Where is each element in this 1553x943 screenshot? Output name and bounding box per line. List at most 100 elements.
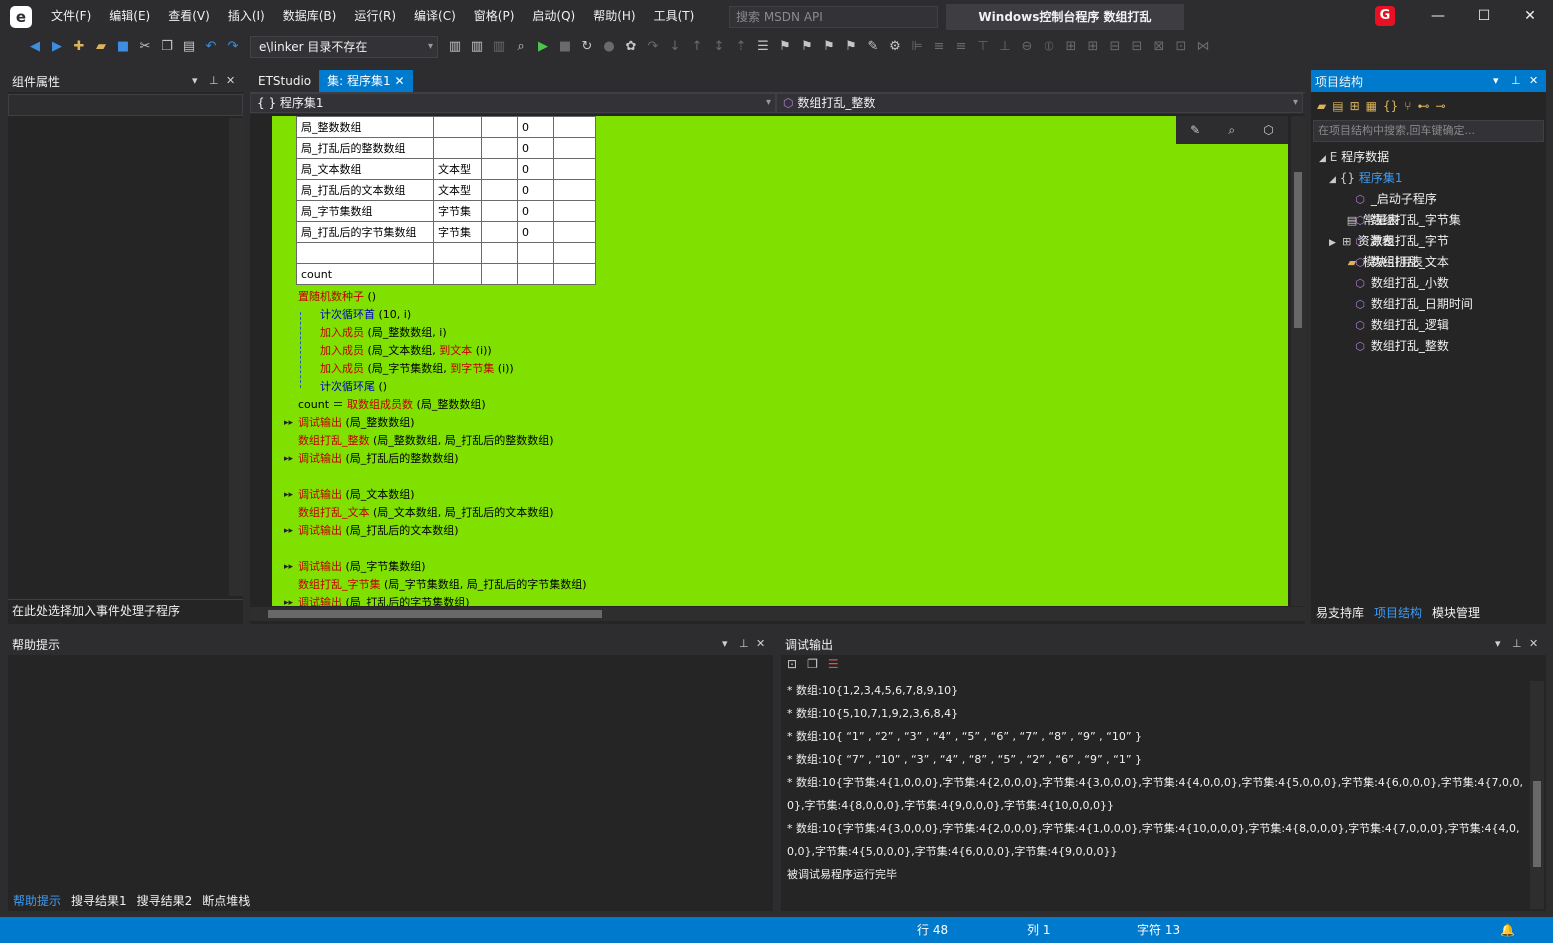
menu-view[interactable]: 查看(V) (159, 0, 219, 33)
align-bottom-icon[interactable]: ⊥ (994, 36, 1016, 58)
tab-support-libs[interactable]: 易支持库 (1311, 603, 1369, 623)
undo-icon[interactable]: ↶ (200, 36, 222, 58)
var-note-cell[interactable] (553, 158, 596, 180)
var-name-cell[interactable]: 局_整数数组 (296, 116, 434, 138)
var-row[interactable]: count (296, 263, 596, 285)
restart-icon[interactable]: ↻ (576, 36, 598, 58)
edit-icon[interactable]: ✎ (1190, 123, 1200, 137)
tab-assembly1[interactable]: 集: 程序集1 ✕ (319, 70, 413, 92)
tab-help[interactable]: 帮助提示 (8, 891, 66, 911)
copy-icon[interactable]: ❐ (807, 657, 818, 671)
tree-subroutine[interactable]: ⬡ _启动子程序 (1311, 189, 1546, 210)
var-name-cell[interactable]: 局_打乱后的整数数组 (296, 137, 434, 159)
dropdown-icon[interactable]: ▾ (1493, 70, 1499, 92)
code-line[interactable]: 加入成员 (局_整数数组, i) (320, 324, 447, 342)
close-icon[interactable]: ✕ (394, 74, 404, 88)
code-line[interactable]: 调试输出 (局_文本数组) (298, 486, 415, 504)
var-note-cell[interactable] (553, 242, 596, 264)
close-button[interactable]: ✕ (1507, 0, 1553, 33)
tree-root[interactable]: ◢ Ε 程序数据 (1311, 147, 1546, 168)
same-size-icon[interactable]: ⊠ (1148, 36, 1170, 58)
component-combo[interactable] (8, 94, 243, 116)
var-array-cell[interactable]: 0 (517, 179, 554, 201)
bookmark-clear-icon[interactable]: ⚑ (840, 36, 862, 58)
collapse-icon[interactable]: ◢ (1329, 175, 1336, 185)
var-type-cell[interactable] (433, 116, 482, 138)
pin-icon[interactable]: ⊥ (1511, 70, 1521, 92)
space-v-icon[interactable]: ⊞ (1082, 36, 1104, 58)
menu-insert[interactable]: 插入(I) (219, 0, 274, 33)
size-to-grid-icon[interactable]: ⊡ (1170, 36, 1192, 58)
var-static-cell[interactable] (481, 221, 518, 243)
menu-run[interactable]: 运行(R) (345, 0, 405, 33)
var-name-cell[interactable]: 局_字节集数组 (296, 200, 434, 222)
pin-icon[interactable]: ⊥ (209, 70, 219, 92)
open-folder-icon[interactable]: ▰ (90, 36, 112, 58)
msdn-search-input[interactable]: 搜索 MSDN API (729, 6, 938, 28)
var-type-cell[interactable] (433, 137, 482, 159)
tree-const[interactable]: ▤ 常量表 (1311, 210, 1546, 231)
pin-icon[interactable]: ⊥ (1512, 633, 1522, 655)
center-h-icon[interactable]: ⊖ (1016, 36, 1038, 58)
var-static-cell[interactable] (481, 116, 518, 138)
code-line[interactable]: 调试输出 (局_打乱后的字节集数组) (298, 594, 470, 606)
path-combo[interactable]: e\linker 目录不存在 (250, 36, 438, 58)
code-line[interactable]: 调试输出 (局_打乱后的文本数组) (298, 522, 459, 540)
tab-breakpoints[interactable]: 断点堆栈 (197, 891, 255, 911)
code-line[interactable]: 数组打乱_整数 (局_整数数组, 局_打乱后的整数数组) (298, 432, 554, 450)
step-over-icon[interactable]: ↷ (642, 36, 664, 58)
dropdown-icon[interactable]: ▾ (192, 70, 198, 92)
outline-icon[interactable]: ☰ (752, 36, 774, 58)
var-type-cell[interactable]: 字节集 (433, 200, 482, 222)
list-icon[interactable]: ▤ (1332, 99, 1343, 113)
tab-search1[interactable]: 搜寻结果1 (66, 891, 132, 911)
var-array-cell[interactable]: 0 (517, 221, 554, 243)
tree-modules[interactable]: ▰ 模块引用表 (1311, 252, 1546, 273)
var-static-cell[interactable] (481, 179, 518, 201)
subroutine-combo[interactable]: ⬡ 数组打乱_整数 (776, 93, 1303, 113)
tree-subroutine[interactable]: ⬡ 数组打乱_小数 (1311, 273, 1546, 294)
menu-tools[interactable]: 工具(T) (645, 0, 704, 33)
step-out-icon[interactable]: ↑ (686, 36, 708, 58)
menu-help[interactable]: 帮助(H) (584, 0, 644, 33)
order-icon[interactable]: ⋈ (1192, 36, 1214, 58)
code-line[interactable]: 数组打乱_文本 (局_文本数组, 局_打乱后的文本数组) (298, 504, 554, 522)
node-icon[interactable]: ⊸ (1435, 99, 1445, 113)
code-line[interactable]: 数组打乱_字节集 (局_字节集数组, 局_打乱后的字节集数组) (298, 576, 587, 594)
link-icon[interactable]: ⊷ (1417, 99, 1429, 113)
tab-etstudio[interactable]: ETStudio (250, 70, 319, 92)
run-icon[interactable]: ▶ (532, 36, 554, 58)
save-icon[interactable]: ■ (112, 36, 134, 58)
close-icon[interactable]: ✕ (1529, 70, 1538, 92)
scrollbar[interactable] (229, 118, 243, 596)
menu-file[interactable]: 文件(F) (42, 0, 100, 33)
var-static-cell[interactable] (481, 242, 518, 264)
build-icon[interactable]: ▥ (444, 36, 466, 58)
dropdown-icon[interactable]: ▾ (722, 633, 728, 655)
wrench-icon[interactable]: ✎ (862, 36, 884, 58)
branch-icon[interactable]: ⑂ (1404, 99, 1411, 113)
var-row[interactable] (296, 242, 596, 264)
assembly-combo[interactable]: { } 程序集1 (250, 93, 776, 113)
tab-search2[interactable]: 搜寻结果2 (132, 891, 198, 911)
folder-icon[interactable]: ▰ (1317, 99, 1326, 113)
var-name-cell[interactable]: 局_打乱后的文本数组 (296, 179, 434, 201)
menu-startup[interactable]: 启动(Q) (523, 0, 584, 33)
var-name-cell[interactable]: 局_打乱后的字节集数组 (296, 221, 434, 243)
var-row[interactable]: 局_字节集数组 字节集 0 (296, 200, 596, 222)
bookmark-next-icon[interactable]: ⚑ (796, 36, 818, 58)
gear-icon[interactable]: ⚙ (884, 36, 906, 58)
maximize-button[interactable]: ☐ (1461, 0, 1507, 33)
close-icon[interactable]: ✕ (756, 633, 765, 655)
copy-icon[interactable]: ❐ (156, 36, 178, 58)
var-row[interactable]: 局_整数数组 0 (296, 116, 596, 138)
new-file-icon[interactable]: ✚ (68, 36, 90, 58)
dropdown-icon[interactable]: ▾ (1495, 633, 1501, 655)
project-search-input[interactable]: 在项目结构中搜索,回车键确定... (1313, 120, 1544, 142)
menu-pane[interactable]: 窗格(P) (465, 0, 524, 33)
g-badge-icon[interactable]: G (1375, 6, 1395, 26)
tree-icon[interactable]: ⊞ (1350, 99, 1360, 113)
paste-icon[interactable]: ▤ (178, 36, 200, 58)
breakpoint-icon[interactable]: ● (598, 36, 620, 58)
var-name-cell[interactable]: 局_文本数组 (296, 158, 434, 180)
